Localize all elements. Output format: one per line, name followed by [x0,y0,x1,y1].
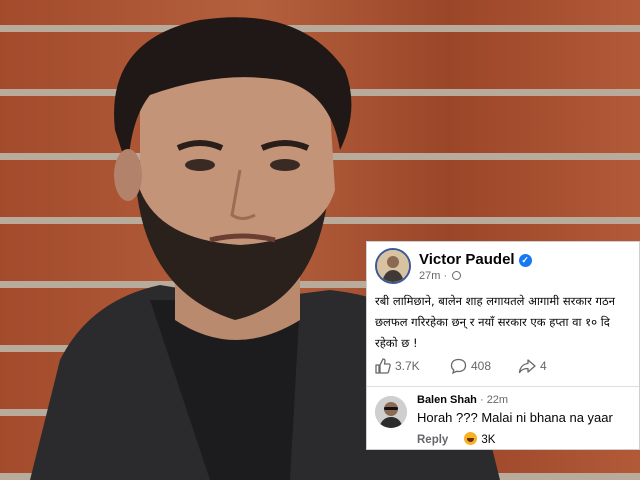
author-avatar[interactable] [375,248,411,284]
haha-reaction-icon [464,432,478,445]
post-text: रबी लामिछाने, बालेन शाह लगायतले आगामी सर… [375,291,639,354]
comment-text: Horah ??? Malai ni bhana na yaar [417,410,613,425]
verified-badge-icon: ✓ [518,254,532,267]
author-avatar-image [377,250,409,282]
post-author[interactable]: Victor Paudel ✓ [419,251,532,268]
comment-time[interactable]: 22m [487,394,508,406]
post-meta: 27m · [419,270,462,282]
commenter-avatar[interactable] [375,396,407,428]
post-time[interactable]: 27m [419,270,440,282]
globe-icon [452,271,462,280]
comment-bubble-icon [450,358,467,375]
post-header: Victor Paudel ✓ 27m · [375,248,639,284]
thumbs-up-icon [375,358,391,374]
post-text-line: रबी लामिछाने, बालेन शाह लगायतले आगामी सर… [375,294,616,308]
comment-actions: Reply 3K [417,432,495,446]
share-count: 4 [540,359,547,373]
comment-count: 408 [471,359,492,373]
post-author-name[interactable]: Victor Paudel [419,251,515,268]
comment-item: Balen Shah · 22m Horah ??? Malai ni bhan… [375,394,637,448]
post-text-line: छलफल गरिरहेका छन् र नयाँ सरकार एक हप्ता … [375,315,610,329]
commenter-line: Balen Shah · 22m [417,394,509,406]
comment-button[interactable]: 408 [450,358,492,375]
reply-button[interactable]: Reply [417,434,448,446]
share-arrow-icon [518,359,536,374]
facebook-post-card: Victor Paudel ✓ 27m · रबी लामिछाने, बालेन… [366,241,640,450]
like-count: 3.7K [395,359,420,373]
share-button[interactable]: 4 [518,358,547,374]
post-text-line: रहेको छ ! [375,336,418,350]
like-button[interactable]: 3.7K [375,358,420,374]
post-engagement-bar: 3.7K 408 4 [375,356,637,378]
commenter-avatar-image [375,396,407,428]
comment-reaction-count[interactable]: 3K [481,434,495,446]
divider [367,386,639,387]
commenter-name[interactable]: Balen Shah [417,394,477,406]
